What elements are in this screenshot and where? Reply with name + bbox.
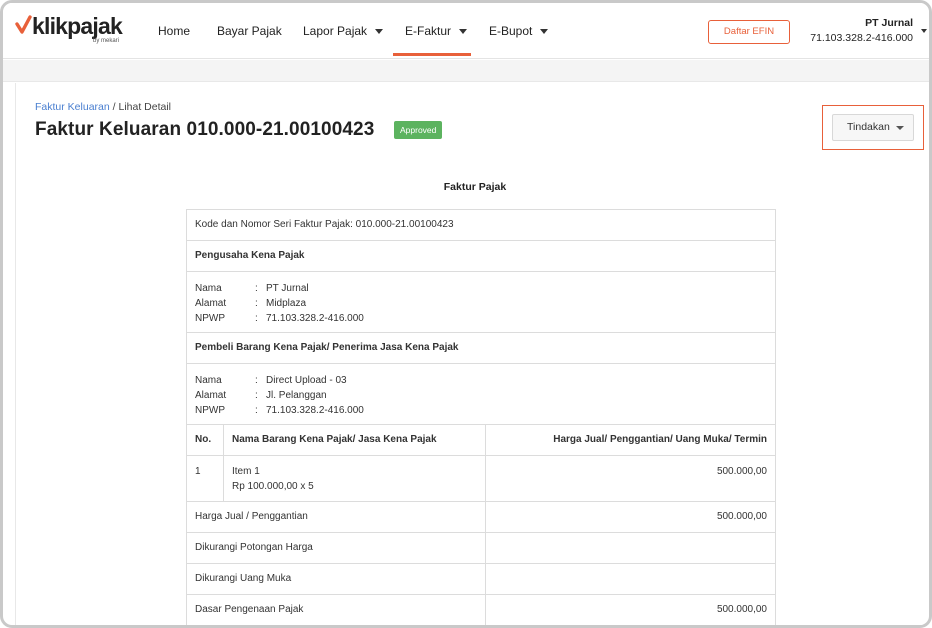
nav-e-bupot[interactable]: E-Bupot	[489, 3, 549, 59]
seller-name: PT Jurnal	[266, 283, 309, 294]
summary-value: 500.000,00	[716, 511, 767, 522]
table-row: 1 Item 1 Rp 100.000,00 x 5 500.000,00	[187, 456, 775, 502]
page-title: Faktur Keluaran 010.000-21.00100423	[35, 119, 375, 140]
items-table-header: No. Nama Barang Kena Pajak/ Jasa Kena Pa…	[187, 425, 775, 456]
nav-active-indicator	[393, 53, 471, 56]
nav-e-faktur[interactable]: E-Faktur	[405, 3, 468, 59]
company-name: PT Jurnal	[865, 17, 913, 29]
buyer-npwp: 71.103.328.2-416.000	[266, 405, 364, 416]
seller-heading: Pengusaha Kena Pajak	[187, 241, 775, 272]
chevron-down-icon	[896, 126, 904, 130]
nav-bayar-pajak[interactable]: Bayar Pajak	[217, 3, 282, 59]
logo-wordmark: klikpajak	[32, 13, 123, 39]
check-logo-icon	[15, 15, 32, 34]
nav-e-faktur-label: E-Faktur	[405, 24, 452, 38]
tindakan-dropdown-button[interactable]: Tindakan	[832, 114, 914, 141]
summary-value	[486, 564, 775, 594]
daftar-efin-button[interactable]: Daftar EFIN	[708, 20, 790, 44]
kv-separator: :	[255, 298, 258, 309]
item-name: Item 1	[232, 466, 260, 477]
buyer-npwp-label: NPWP	[195, 405, 225, 416]
chevron-down-icon	[540, 29, 549, 35]
chevron-down-icon	[459, 29, 468, 35]
tindakan-label: Tindakan	[847, 121, 890, 133]
seller-address: Midplaza	[266, 298, 307, 309]
summary-row: Dikurangi Uang Muka	[187, 564, 775, 595]
summary-row: Dikurangi Potongan Harga	[187, 533, 775, 564]
buyer-address-label: Alamat	[195, 390, 227, 401]
buyer-name: Direct Upload - 03	[266, 375, 347, 386]
summary-value: 500.000,00	[716, 604, 767, 615]
status-badge: Approved	[394, 121, 443, 139]
kv-separator: :	[255, 283, 258, 294]
item-name-cell: Item 1 Rp 100.000,00 x 5	[224, 456, 486, 501]
col-no-header: No.	[187, 425, 224, 455]
main-content: Faktur Keluaran / Lihat Detail Faktur Ke…	[15, 83, 924, 625]
nav-lapor-pajak-label: Lapor Pajak	[303, 24, 368, 38]
serial-number-row: Kode dan Nomor Seri Faktur Pajak: 010.00…	[187, 210, 775, 241]
breadcrumb-current: Lihat Detail	[118, 101, 172, 113]
kv-separator: :	[255, 390, 258, 401]
buyer-heading: Pembeli Barang Kena Pajak/ Penerima Jasa…	[187, 333, 775, 364]
seller-address-label: Alamat	[195, 298, 227, 309]
header-spacer	[3, 60, 929, 82]
buyer-details: Nama: Direct Upload - 03 Alamat: Jl. Pelan…	[187, 364, 775, 425]
col-price-header: Harga Jual/ Penggantian/ Uang Muka/ Term…	[553, 434, 767, 445]
company-switcher[interactable]: PT Jurnal 71.103.328.2-416.000	[810, 17, 913, 44]
faktur-document: Kode dan Nomor Seri Faktur Pajak: 010.00…	[186, 209, 776, 625]
summary-label: Dikurangi Potongan Harga	[187, 533, 486, 563]
logo-subtext: by mekari	[93, 38, 120, 44]
summary-value	[486, 533, 775, 563]
buyer-name-label: Nama	[195, 375, 222, 386]
nav-home[interactable]: Home	[158, 3, 190, 59]
seller-name-label: Nama	[195, 283, 222, 294]
top-navbar: klikpajak by mekari Home Bayar Pajak Lap…	[3, 3, 929, 59]
chevron-down-icon	[375, 29, 384, 35]
summary-row: Dasar Pengenaan Pajak 500.000,00	[187, 595, 775, 625]
kv-separator: :	[255, 375, 258, 386]
app-window: klikpajak by mekari Home Bayar Pajak Lap…	[0, 0, 932, 628]
item-price: 500.000,00	[716, 466, 767, 477]
item-no: 1	[187, 456, 224, 501]
summary-label: Dikurangi Uang Muka	[187, 564, 486, 594]
summary-row: Harga Jual / Penggantian 500.000,00	[187, 502, 775, 533]
klikpajak-logo[interactable]: klikpajak by mekari	[15, 13, 125, 49]
company-npwp: 71.103.328.2-416.000	[810, 32, 913, 44]
nav-e-bupot-label: E-Bupot	[489, 24, 533, 38]
summary-label: Harga Jual / Penggantian	[187, 502, 486, 532]
seller-details: Nama: PT Jurnal Alamat: Midplaza NPWP:71.1…	[187, 272, 775, 333]
seller-npwp: 71.103.328.2-416.000	[266, 313, 364, 324]
summary-label: Dasar Pengenaan Pajak	[187, 595, 486, 625]
kv-separator: :	[255, 313, 258, 324]
breadcrumb-faktur-keluaran-link[interactable]: Faktur Keluaran	[35, 101, 110, 113]
item-detail: Rp 100.000,00 x 5	[232, 481, 314, 492]
buyer-address: Jl. Pelanggan	[266, 390, 327, 401]
breadcrumb: Faktur Keluaran / Lihat Detail	[35, 101, 171, 113]
document-title: Faktur Pajak	[443, 181, 507, 193]
nav-home-label: Home	[158, 24, 191, 38]
nav-lapor-pajak[interactable]: Lapor Pajak	[303, 3, 384, 59]
col-item-header: Nama Barang Kena Pajak/ Jasa Kena Pajak	[224, 425, 486, 455]
kv-separator: :	[255, 405, 258, 416]
seller-npwp-label: NPWP	[195, 313, 225, 324]
chevron-down-icon[interactable]	[921, 29, 927, 33]
nav-bayar-pajak-label: Bayar Pajak	[217, 24, 282, 38]
